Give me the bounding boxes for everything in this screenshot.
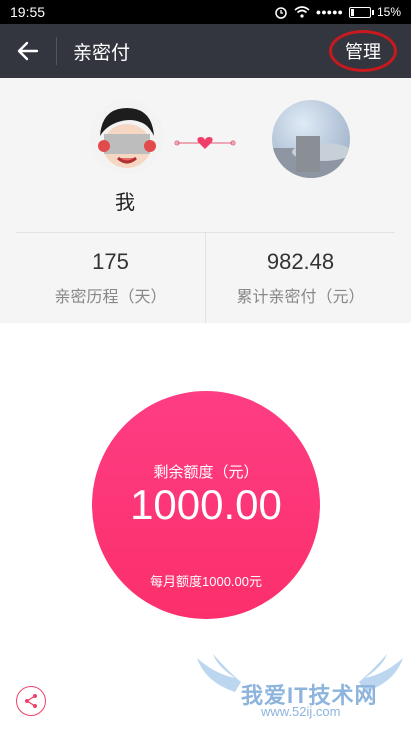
quota-monthly: 每月额度1000.00元 <box>150 574 262 589</box>
wifi-icon <box>294 6 310 18</box>
manage-button[interactable]: 管理 <box>329 30 397 72</box>
stat-days: 175 亲密历程（天） <box>16 233 206 323</box>
partner-name <box>240 186 380 216</box>
battery-icon <box>348 6 374 18</box>
nav-divider <box>56 37 57 65</box>
cartoon-face-icon <box>90 100 164 174</box>
status-time: 19:55 <box>10 4 46 20</box>
quota-label: 剩余额度（元） <box>153 464 259 481</box>
battery-percent: 15% <box>376 5 401 19</box>
status-icons: ●●●●● 15% <box>274 5 401 19</box>
signal-icon: ●●●●● <box>315 7 343 17</box>
watermark-url: www.52ij.com <box>261 704 341 719</box>
avatar-partner[interactable] <box>272 100 350 178</box>
stat-total: 982.48 累计亲密付（元） <box>206 233 395 323</box>
me-name: 我 <box>115 192 135 214</box>
status-bar: 19:55 ●●●●● 15% <box>0 0 411 24</box>
stat-days-value: 175 <box>92 249 129 274</box>
love-link-icon <box>174 137 236 149</box>
stat-total-value: 982.48 <box>266 249 335 274</box>
nav-bar: 亲密付 管理 <box>0 24 411 78</box>
watermark: 我爱IT技术网 www.52ij.com <box>195 652 405 730</box>
stats-row: 175 亲密历程（天） 982.48 累计亲密付（元） <box>16 232 395 323</box>
landscape-photo-icon <box>272 136 350 178</box>
quota-circle: 剩余额度（元） 1000.00 每月额度1000.00元 <box>92 391 320 619</box>
stat-total-label: 累计亲密付（元） <box>236 289 365 306</box>
share-icon <box>25 694 37 708</box>
stat-days-label: 亲密历程（天） <box>54 289 167 306</box>
back-button[interactable] <box>0 24 56 78</box>
avatar-me[interactable] <box>90 100 164 174</box>
share-button[interactable] <box>16 686 46 716</box>
arrow-left-icon <box>17 41 39 61</box>
couple-panel: 我 175 亲密历程（天） 982.48 累计亲密付（元） <box>0 78 411 323</box>
quota-value: 1000.00 <box>130 481 282 528</box>
alarm-icon <box>275 7 287 19</box>
